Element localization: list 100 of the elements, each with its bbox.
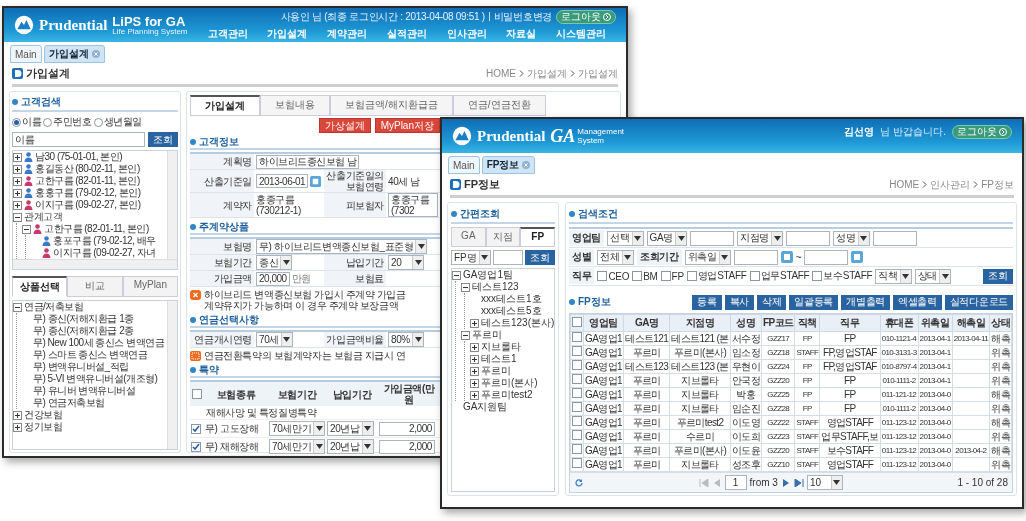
tree-item[interactable]: 고한구름 (82-01-11, 본인) (44, 223, 149, 235)
checkbox[interactable] (597, 271, 608, 281)
checkbox[interactable] (572, 374, 582, 384)
toolbar-button[interactable]: 등록 (692, 294, 722, 310)
tree-item[interactable]: 무) 종신(저해지환급 1종 (33, 313, 134, 325)
calendar-icon[interactable] (851, 251, 864, 263)
checkbox[interactable] (749, 271, 760, 281)
tab[interactable]: FP정보 (481, 156, 536, 174)
action-button[interactable]: MyPlan저장 (374, 118, 440, 133)
column-header[interactable]: 지점명 (669, 314, 731, 332)
checkbox[interactable] (572, 360, 582, 370)
amount-field[interactable]: 2,000 (379, 421, 435, 436)
tab[interactable]: 연금/연금전환 (452, 95, 546, 116)
tree-item[interactable]: 무) 종신(저해지환급 2종 (33, 325, 134, 337)
column-header[interactable]: 직무 (819, 314, 881, 332)
expand-icon[interactable] (470, 342, 479, 352)
dropdown[interactable]: 성명 (833, 230, 870, 246)
tab[interactable]: 가입설계 (190, 95, 260, 116)
toolbar-button[interactable]: 복사 (724, 294, 754, 310)
dropdown[interactable]: 상태 (914, 268, 952, 284)
checkbox[interactable] (191, 441, 201, 452)
text-field[interactable] (690, 230, 735, 246)
expand-icon[interactable] (13, 176, 22, 186)
tree-item[interactable]: 무) 연금저축보험 (33, 397, 105, 409)
next-page-icon[interactable] (780, 478, 791, 487)
tree-item[interactable]: 건강보험 (24, 409, 62, 421)
checkbox[interactable] (572, 332, 582, 342)
checkbox[interactable] (192, 389, 202, 399)
tree-item[interactable]: 홍길동산 (80-02-11, 본인) (35, 163, 140, 175)
expand-icon[interactable] (13, 410, 22, 420)
tree-item[interactable]: 테스트123(본사) (481, 317, 554, 329)
password-link[interactable]: 비밀번호변경 (493, 9, 552, 24)
search-field[interactable] (492, 250, 523, 265)
tree-item[interactable]: 테스트123 (472, 281, 519, 293)
toolbar-button[interactable]: 엑셀출력 (893, 294, 942, 310)
column-header[interactable]: 성명 (730, 314, 762, 332)
dropdown[interactable]: 70세만기 (269, 439, 325, 454)
tab[interactable]: 가입설계 (43, 45, 105, 63)
collapse-icon[interactable] (461, 282, 470, 292)
tree-item[interactable]: GA영업1팀 (463, 269, 513, 281)
page-size-dropdown[interactable]: 10 (806, 475, 843, 490)
dropdown[interactable]: GA명 (646, 230, 688, 246)
tab[interactable]: MyPlan (122, 276, 178, 297)
text-field[interactable] (872, 230, 917, 246)
toolbar-button[interactable]: 실적다운로드 (944, 294, 1013, 310)
toolbar-button[interactable]: 삭제 (756, 294, 787, 310)
breadcrumb[interactable]: HOME (486, 68, 516, 79)
tab[interactable]: Main (10, 45, 42, 63)
tree-item[interactable]: xxx테스트5호 (481, 305, 542, 317)
radio-button[interactable] (43, 117, 53, 127)
toolbar-button[interactable]: 일괄등록 (789, 294, 839, 310)
tab[interactable]: 보험내용 (260, 95, 330, 116)
column-header[interactable]: 영업팀 (583, 314, 624, 332)
dropdown[interactable]: 20년납 (327, 421, 374, 436)
expand-icon[interactable] (470, 378, 479, 388)
dropdown[interactable]: 선택 (607, 230, 644, 246)
calendar-icon[interactable] (310, 175, 322, 187)
checkbox[interactable] (572, 416, 582, 426)
tree-item[interactable]: 정기보험 (24, 421, 62, 433)
column-header[interactable]: 직책 (794, 314, 820, 332)
collapse-icon[interactable] (452, 270, 461, 280)
expand-icon[interactable] (470, 366, 479, 376)
dropdown[interactable]: 80% (388, 332, 424, 347)
tree-item[interactable]: 테스트1 (481, 353, 517, 365)
scrollbar[interactable] (167, 301, 177, 449)
dropdown[interactable]: FP명 (451, 250, 491, 265)
search-button[interactable]: 조회 (148, 132, 178, 147)
amount-field[interactable]: 2,000 (379, 439, 435, 454)
scrollbar[interactable] (13, 259, 177, 269)
last-page-icon[interactable] (793, 478, 804, 487)
text-field[interactable]: 홍종구름(7302 (388, 193, 438, 217)
tree-item[interactable]: GA지원팀 (463, 401, 508, 413)
column-header[interactable]: 휴대폰 (880, 314, 919, 332)
checkbox[interactable] (572, 444, 582, 454)
date-field[interactable] (733, 249, 778, 265)
expand-icon[interactable] (13, 152, 22, 162)
tab[interactable]: Main (448, 156, 480, 174)
tree-item[interactable]: 푸르미 (472, 329, 502, 341)
scrollbar[interactable] (167, 151, 177, 259)
checkbox[interactable] (686, 271, 697, 281)
collapse-icon[interactable] (13, 302, 22, 312)
checkbox[interactable] (572, 458, 582, 468)
expand-icon[interactable] (13, 164, 22, 174)
dropdown[interactable]: 직책 (875, 268, 912, 284)
tree-item[interactable]: 푸르미(본사) (481, 377, 538, 389)
collapse-icon[interactable] (22, 224, 31, 234)
tree-item[interactable]: 무) New 100세 종신스 변액연금 (33, 337, 165, 349)
expand-icon[interactable] (470, 390, 479, 400)
calendar-icon[interactable] (780, 251, 793, 263)
tree-item[interactable]: 고한구름 (82-01-11, 본인) (35, 175, 140, 187)
column-header[interactable]: 위촉일 (918, 314, 953, 332)
dropdown[interactable]: 70세만기 (269, 421, 325, 436)
dropdown[interactable]: 20년납 (327, 439, 374, 454)
expand-icon[interactable] (13, 422, 22, 432)
expand-icon[interactable] (13, 188, 22, 198)
column-header[interactable]: GA명 (623, 314, 670, 332)
tab[interactable]: 지점 (485, 227, 521, 247)
refresh-icon[interactable] (574, 477, 584, 488)
checkbox[interactable] (191, 423, 201, 434)
breadcrumb[interactable]: 인사관리 (930, 177, 971, 192)
